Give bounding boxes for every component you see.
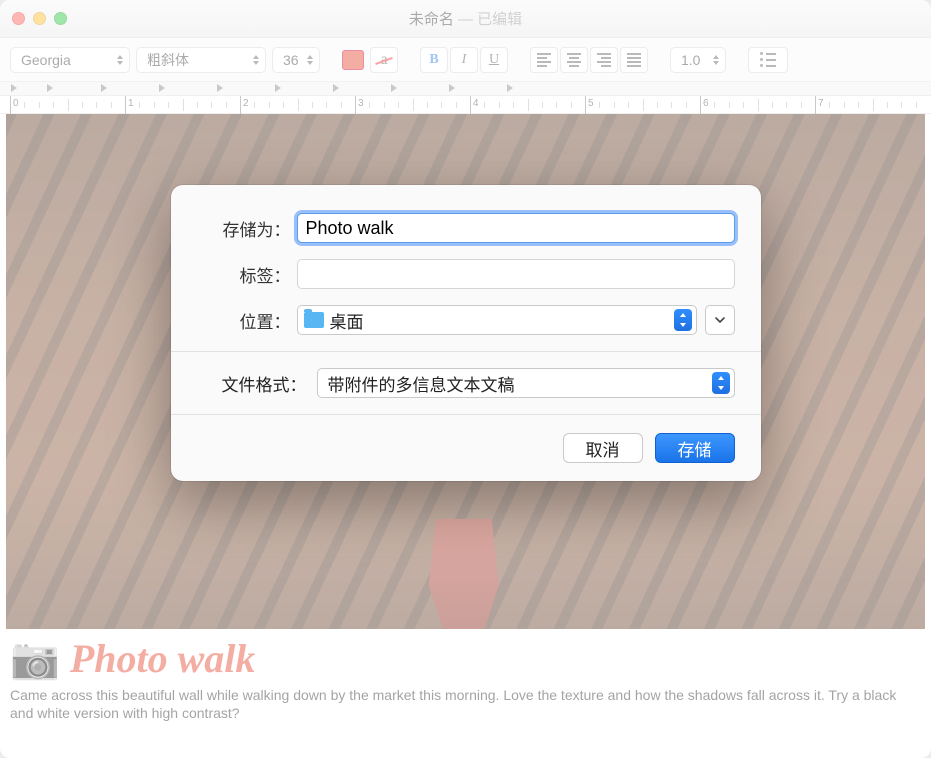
chevron-down-icon [714,314,726,326]
save-as-input[interactable] [297,213,735,243]
tags-label: 标签： [197,262,297,287]
file-format-value: 带附件的多信息文本文稿 [324,371,515,396]
folder-icon [304,312,324,328]
cancel-button[interactable]: 取消 [563,433,643,463]
file-format-select[interactable]: 带附件的多信息文本文稿 [317,368,735,398]
dialog-divider-2 [171,414,761,415]
file-format-stepper-icon [712,372,730,394]
save-dialog: 存储为： 标签： 位置： 桌面 文件格式： 带附件的多信息文本文稿 [171,185,761,481]
tags-input[interactable] [297,259,735,289]
text-edit-window: 未命名 — 已编辑 Georgia 粗斜体 36 a B I U 1.0 [0,0,931,758]
location-label: 位置： [197,308,297,333]
expand-save-dialog-button[interactable] [705,305,735,335]
location-select[interactable]: 桌面 [297,305,697,335]
save-button[interactable]: 存储 [655,433,735,463]
location-value: 桌面 [330,308,364,333]
dialog-divider [171,351,761,352]
dialog-buttons: 取消 存储 [197,433,735,463]
file-format-label: 文件格式： [197,371,317,396]
save-as-label: 存储为： [197,216,297,241]
location-stepper-icon [674,309,692,331]
